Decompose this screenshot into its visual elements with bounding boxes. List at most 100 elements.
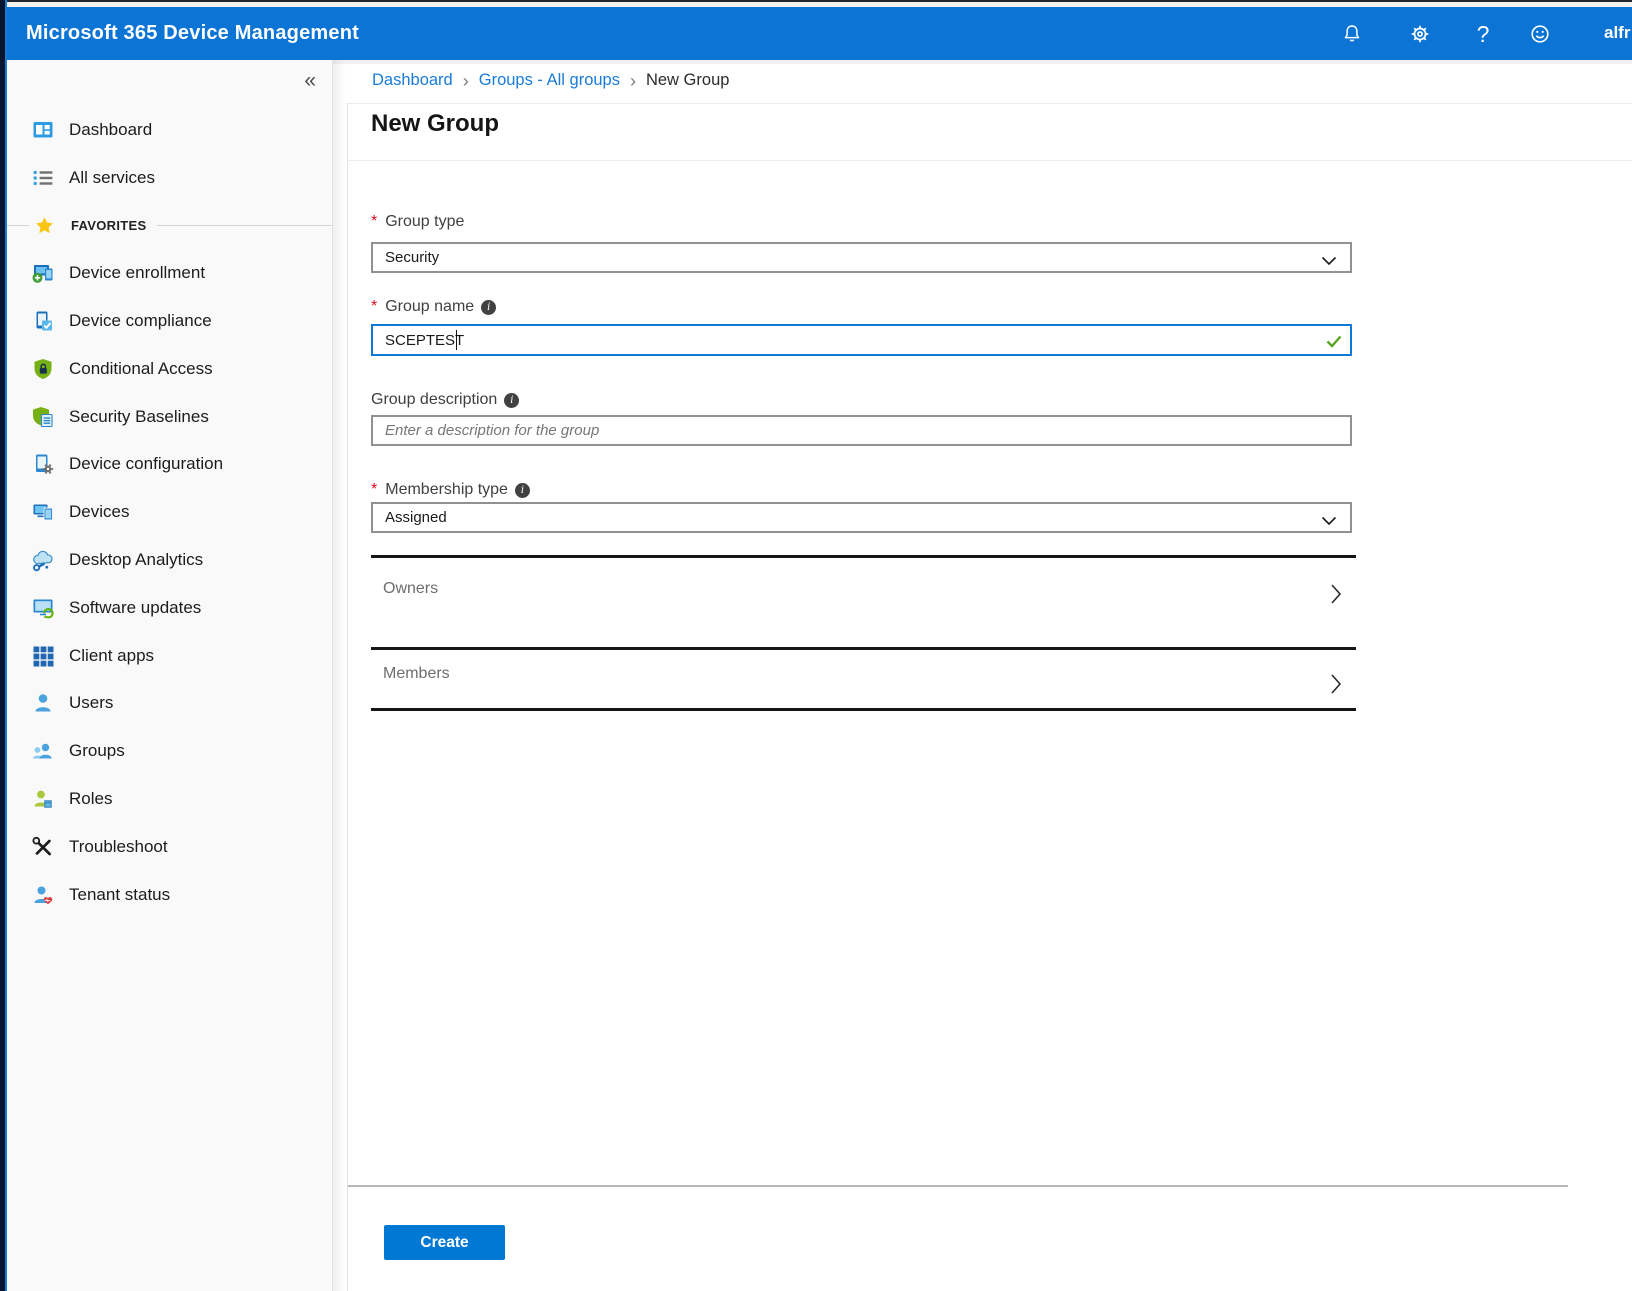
sidebar-item-label: Dashboard: [69, 120, 152, 140]
sidebar-section-favorites: FAVORITES: [7, 202, 332, 250]
tenant-status-icon: [30, 882, 56, 908]
users-icon: [30, 690, 56, 716]
sidebar-item-security-baselines[interactable]: Security Baselines: [7, 393, 332, 441]
membership-type-value: Assigned: [385, 509, 447, 526]
title-divider: [348, 160, 1632, 161]
info-icon[interactable]: i: [515, 483, 530, 498]
roles-icon: [30, 786, 56, 812]
sidebar-item-conditional-access[interactable]: Conditional Access: [7, 345, 332, 393]
chevron-down-icon: [1321, 513, 1337, 530]
valid-check-icon: [1326, 335, 1342, 353]
group-description-input[interactable]: [371, 415, 1352, 446]
group-type-select[interactable]: Security: [371, 242, 1352, 273]
text-caret: [456, 330, 457, 350]
app-header: Microsoft 365 Device Management ? alfr: [0, 7, 1632, 60]
notifications-bell-icon[interactable]: [1338, 20, 1366, 48]
app-title: Microsoft 365 Device Management: [26, 22, 359, 45]
screen: Microsoft 365 Device Management ? alfr «…: [0, 0, 1632, 1291]
software-updates-icon: [30, 595, 56, 621]
troubleshoot-icon: [30, 834, 56, 860]
help-icon[interactable]: ?: [1469, 20, 1497, 48]
group-type-label: * Group type: [371, 213, 464, 231]
owners-label: Owners: [383, 580, 438, 598]
desktop-analytics-icon: [30, 547, 56, 573]
favorites-star-icon: [33, 214, 55, 236]
sidebar-collapse-chevron-icon[interactable]: «: [304, 70, 316, 91]
section-divider: [371, 708, 1356, 711]
sidebar-item-label: Software updates: [69, 598, 201, 618]
sidebar-item-troubleshoot[interactable]: Troubleshoot: [7, 823, 332, 871]
blade-top-border: [347, 103, 1632, 104]
sidebar-item-label: Device enrollment: [69, 263, 205, 283]
sidebar-item-device-compliance[interactable]: Device compliance: [7, 297, 332, 345]
breadcrumb-separator-icon: ›: [463, 72, 469, 90]
left-edge-accent: [5, 0, 7, 1291]
create-button[interactable]: Create: [384, 1225, 505, 1260]
all-services-icon: [30, 165, 56, 191]
device-compliance-icon: [30, 308, 56, 334]
owners-row[interactable]: Owners: [371, 555, 1356, 647]
sidebar-item-tenant-status[interactable]: Tenant status: [7, 871, 332, 919]
chevron-right-icon: [1330, 673, 1342, 700]
section-divider: [371, 647, 1356, 650]
sidebar-item-label: Device compliance: [69, 311, 212, 331]
sidebar-item-label: Desktop Analytics: [69, 550, 203, 570]
content-top-strip: [333, 60, 1632, 64]
info-icon[interactable]: i: [504, 393, 519, 408]
chevron-down-icon: [1321, 253, 1337, 270]
device-enrollment-icon: [30, 260, 56, 286]
blade-left-border: [347, 103, 348, 1291]
conditional-access-icon: [30, 356, 56, 382]
breadcrumb: Dashboard › Groups - All groups › New Gr…: [372, 71, 729, 90]
sidebar-item-software-updates[interactable]: Software updates: [7, 584, 332, 632]
groups-icon: [30, 738, 56, 764]
members-label: Members: [383, 665, 450, 683]
members-row[interactable]: Members: [371, 647, 1356, 708]
sidebar: « Dashboard All services FAVORITES Devic…: [7, 60, 332, 1291]
feedback-smiley-icon[interactable]: [1526, 20, 1554, 48]
sidebar-item-all-services[interactable]: All services: [7, 154, 332, 202]
sidebar-item-users[interactable]: Users: [7, 680, 332, 728]
sidebar-item-label: Devices: [69, 502, 129, 522]
sidebar-item-desktop-analytics[interactable]: Desktop Analytics: [7, 536, 332, 584]
devices-icon: [30, 499, 56, 525]
page-title: New Group: [371, 110, 499, 138]
sidebar-item-label: Groups: [69, 741, 125, 761]
section-divider: [371, 555, 1356, 558]
membership-type-select[interactable]: Assigned: [371, 502, 1352, 533]
breadcrumb-groups-all-groups[interactable]: Groups - All groups: [479, 71, 620, 90]
security-baselines-icon: [30, 404, 56, 430]
sidebar-item-roles[interactable]: Roles: [7, 775, 332, 823]
sidebar-shadow: [333, 60, 346, 1291]
dashboard-icon: [30, 117, 56, 143]
footer-divider: [348, 1185, 1568, 1187]
sidebar-item-groups[interactable]: Groups: [7, 727, 332, 775]
sidebar-item-client-apps[interactable]: Client apps: [7, 632, 332, 680]
sidebar-item-label: Security Baselines: [69, 407, 209, 427]
sidebar-item-label: Users: [69, 693, 113, 713]
group-name-input[interactable]: [371, 324, 1352, 356]
sidebar-item-label: Client apps: [69, 646, 154, 666]
required-asterisk: *: [371, 298, 377, 316]
required-asterisk: *: [371, 213, 377, 231]
account-name[interactable]: alfr: [1604, 23, 1632, 43]
sidebar-item-label: Roles: [69, 789, 112, 809]
sidebar-item-device-configuration[interactable]: Device configuration: [7, 441, 332, 489]
client-apps-icon: [30, 643, 56, 669]
sidebar-section-label: FAVORITES: [71, 218, 146, 233]
sidebar-item-dashboard[interactable]: Dashboard: [7, 106, 332, 154]
breadcrumb-separator-icon: ›: [630, 72, 636, 90]
info-icon[interactable]: i: [481, 300, 496, 315]
group-type-value: Security: [385, 249, 439, 266]
sidebar-item-device-enrollment[interactable]: Device enrollment: [7, 249, 332, 297]
device-configuration-icon: [30, 451, 56, 477]
breadcrumb-dashboard[interactable]: Dashboard: [372, 71, 453, 90]
chevron-right-icon: [1330, 583, 1342, 610]
settings-gear-icon[interactable]: [1406, 20, 1434, 48]
sidebar-item-label: Conditional Access: [69, 359, 213, 379]
sidebar-item-devices[interactable]: Devices: [7, 488, 332, 536]
sidebar-item-label: Troubleshoot: [69, 837, 168, 857]
membership-type-label: * Membership type i: [371, 481, 530, 499]
sidebar-item-label: Tenant status: [69, 885, 170, 905]
breadcrumb-current: New Group: [646, 71, 729, 90]
